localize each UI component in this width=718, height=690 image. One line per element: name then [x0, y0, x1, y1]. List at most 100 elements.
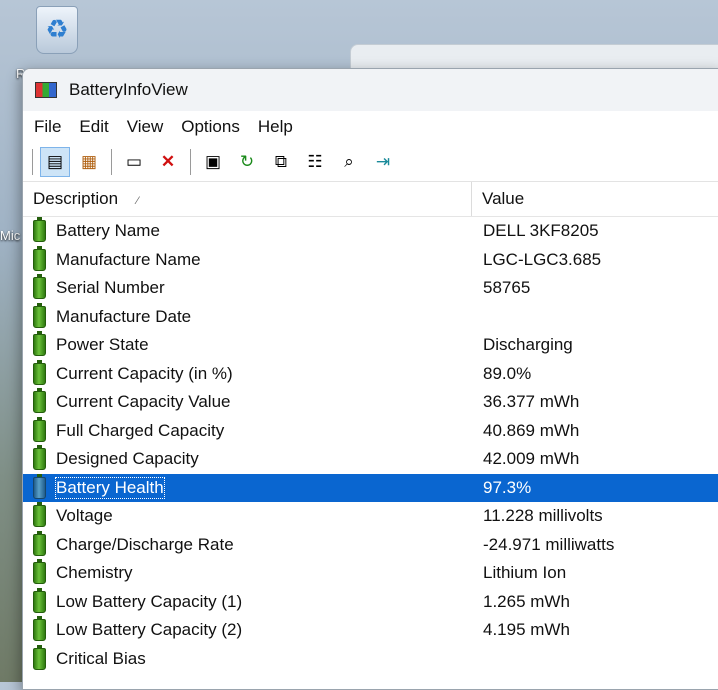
list-item-selected[interactable]: Battery Health 97.3% — [23, 473, 718, 502]
column-header: Description ⁄ Value — [23, 182, 718, 217]
row-value: DELL 3KF8205 — [483, 221, 599, 241]
copy-icon: ⧉ — [274, 152, 288, 171]
delete-icon: ✕ — [160, 152, 176, 171]
menu-options[interactable]: Options — [172, 111, 249, 143]
row-description: Low Battery Capacity (2) — [56, 620, 243, 640]
battery-icon — [33, 616, 46, 642]
list-item[interactable]: Voltage 11.228 millivolts — [23, 502, 718, 531]
copy-button[interactable]: ⧉ — [266, 147, 296, 177]
save-button[interactable]: ▣ — [198, 147, 228, 177]
refresh-button[interactable]: ↻ — [232, 147, 262, 177]
battery-icon — [33, 559, 46, 585]
app-icon — [35, 82, 57, 98]
row-value: -24.971 milliwatts — [483, 534, 615, 554]
battery-icon — [33, 302, 46, 328]
row-value: 36.377 mWh — [483, 392, 580, 412]
row-value: 1.265 mWh — [483, 591, 570, 611]
property-list: Battery Name DELL 3KF8205 Manufacture Na… — [23, 217, 718, 673]
find-icon: ⌕ — [344, 152, 354, 171]
battery-icon — [33, 473, 46, 499]
exit-button[interactable]: ⇥ — [368, 147, 398, 177]
column-header-description-label: Description — [33, 189, 119, 208]
list-item[interactable]: Charge/Discharge Rate -24.971 milliwatts — [23, 530, 718, 560]
row-description: Current Capacity Value — [56, 392, 231, 412]
row-description: Charge/Discharge Rate — [56, 534, 234, 554]
row-value: 42.009 mWh — [483, 449, 580, 469]
list-item[interactable]: Full Charged Capacity 40.869 mWh — [23, 416, 718, 446]
delete-button[interactable]: ✕ — [153, 147, 183, 177]
row-description: Manufacture Name — [56, 249, 201, 269]
properties-view-button[interactable]: ▤ — [40, 147, 70, 177]
exit-icon: ⇥ — [375, 152, 391, 171]
list-item[interactable]: Manufacture Name LGC-LGC3.685 — [23, 245, 718, 275]
menu-help[interactable]: Help — [249, 111, 302, 143]
battery-icon — [33, 502, 46, 528]
list-view-button[interactable]: ▦ — [74, 147, 104, 177]
list-item[interactable]: Critical Bias — [23, 644, 718, 674]
row-value: 4.195 mWh — [483, 620, 570, 640]
row-description: Manufacture Date — [56, 306, 192, 326]
list-item[interactable]: Low Battery Capacity (1) 1.265 mWh — [23, 587, 718, 617]
desktop-icon-label: Mic — [0, 228, 21, 243]
list-item[interactable]: Current Capacity Value 36.377 mWh — [23, 388, 718, 417]
row-description: Current Capacity (in %) — [56, 363, 233, 383]
properties-view-icon: ▤ — [46, 152, 64, 171]
row-description: Serial Number — [56, 278, 165, 298]
battery-icon — [33, 217, 46, 243]
sort-arrow-icon: ⁄ — [136, 195, 139, 207]
list-item[interactable]: Low Battery Capacity (2) 4.195 mWh — [23, 616, 718, 645]
row-description: Battery Health — [55, 476, 165, 499]
row-description: Full Charged Capacity — [56, 420, 225, 440]
list-item[interactable]: Serial Number 58765 — [23, 274, 718, 303]
refresh-icon: ↻ — [239, 152, 255, 171]
toolbar: ▤ ▦ ▭ ✕ ▣ ↻ ⧉ ☷ ⌕ ⇥ — [23, 143, 718, 182]
row-description: Battery Name — [56, 221, 160, 241]
battery-icon — [33, 388, 46, 414]
menu-view[interactable]: View — [118, 111, 173, 143]
battery-icon — [33, 416, 46, 442]
battery-icon — [33, 245, 46, 271]
list-item[interactable]: Chemistry Lithium Ion — [23, 559, 718, 588]
list-item[interactable]: Battery Name DELL 3KF8205 — [23, 217, 718, 246]
list-item[interactable]: Designed Capacity 42.009 mWh — [23, 445, 718, 474]
options-button[interactable]: ☷ — [300, 147, 330, 177]
window-title: BatteryInfoView — [69, 80, 188, 99]
row-description: Voltage — [56, 506, 113, 526]
row-description: Low Battery Capacity (1) — [56, 591, 243, 611]
row-value: Discharging — [483, 335, 573, 355]
column-header-value[interactable]: Value — [472, 182, 524, 216]
list-item[interactable]: Current Capacity (in %) 89.0% — [23, 359, 718, 389]
battery-icon — [33, 644, 46, 670]
column-header-description[interactable]: Description ⁄ — [23, 182, 472, 216]
menu-bar: File Edit View Options Help — [23, 111, 718, 143]
toolbar-separator — [111, 149, 112, 175]
row-value: Lithium Ion — [483, 563, 567, 583]
row-value: 58765 — [483, 278, 531, 298]
row-value: 40.869 mWh — [483, 420, 580, 440]
menu-edit[interactable]: Edit — [70, 111, 117, 143]
list-view-icon: ▦ — [80, 152, 98, 171]
toolbar-separator — [190, 149, 191, 175]
html-report-button[interactable]: ▭ — [119, 147, 149, 177]
recycle-bin-desktop-icon[interactable]: ♻ — [30, 2, 88, 60]
row-value: LGC-LGC3.685 — [483, 249, 602, 269]
battery-icon — [33, 530, 46, 556]
batteryinfoview-window: BatteryInfoView File Edit View Options H… — [22, 68, 718, 690]
toolbar-separator — [32, 149, 33, 175]
row-value: 11.228 millivolts — [483, 506, 603, 526]
find-button[interactable]: ⌕ — [334, 147, 364, 177]
options-icon: ☷ — [307, 152, 323, 171]
html-report-icon: ▭ — [125, 152, 143, 171]
battery-icon — [33, 587, 46, 613]
save-icon: ▣ — [204, 152, 222, 171]
row-description: Critical Bias — [56, 648, 146, 668]
row-description: Designed Capacity — [56, 449, 199, 469]
row-description: Chemistry — [56, 563, 133, 583]
battery-icon — [33, 445, 46, 471]
battery-icon — [33, 331, 46, 357]
menu-file[interactable]: File — [25, 111, 70, 143]
list-item[interactable]: Manufacture Date — [23, 302, 718, 332]
title-bar[interactable]: BatteryInfoView — [23, 69, 718, 111]
row-description: Power State — [56, 335, 149, 355]
list-item[interactable]: Power State Discharging — [23, 331, 718, 360]
